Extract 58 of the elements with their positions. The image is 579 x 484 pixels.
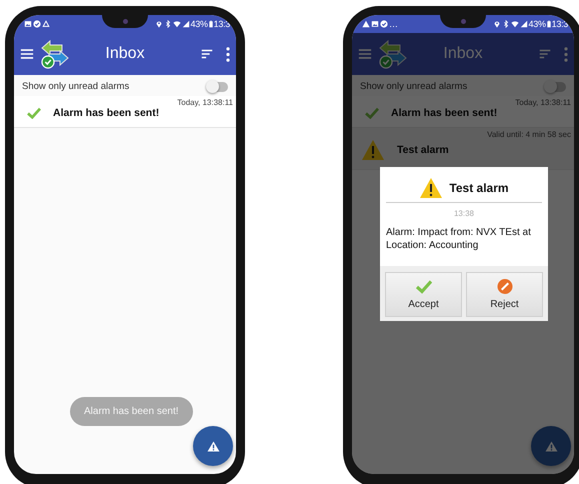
camera-notch (440, 15, 486, 28)
app-title: Inbox (442, 45, 484, 63)
logo-drawing (40, 39, 70, 69)
unread-toggle[interactable] (208, 82, 228, 92)
message-row[interactable]: Today, 13:38:11 Alarm has been sent! (14, 96, 236, 128)
warning-icon (362, 20, 370, 28)
message-title: Test alarm (397, 144, 449, 156)
check-icon (416, 279, 432, 294)
image-icon (24, 20, 32, 28)
location-icon (492, 20, 501, 28)
filter-label: Show only unread alarms (360, 81, 468, 92)
message-time: Today, 13:38:11 (177, 98, 233, 107)
dialog-time: 13:38 (454, 209, 474, 218)
valid-until-text: Valid until: 4 min 58 sec (487, 130, 571, 139)
alarm-fab[interactable] (531, 426, 571, 466)
message-title: Alarm has been sent! (53, 107, 160, 119)
warning-icon (361, 139, 385, 161)
check-circle-icon (33, 20, 41, 28)
wifi-icon (172, 20, 181, 28)
sort-icon[interactable] (200, 47, 214, 61)
warning-icon (419, 177, 444, 199)
signal-icon (182, 20, 190, 28)
bluetooth-icon (164, 20, 172, 28)
reject-button[interactable]: Reject (466, 272, 543, 317)
more-options-icon[interactable] (226, 46, 230, 62)
sort-icon[interactable] (538, 47, 552, 61)
message-row[interactable]: Today, 13:38:11 Alarm has been sent! (352, 96, 574, 128)
message-time: Today, 13:38:11 (515, 98, 571, 107)
warning-icon (544, 440, 558, 452)
battery-percent: 43% (528, 18, 546, 30)
image-icon (371, 20, 379, 28)
toast-message: Alarm has been sent! (70, 397, 192, 426)
location-icon (154, 20, 163, 28)
logo-drawing (378, 39, 408, 69)
signal-icon (520, 20, 528, 28)
dialog-title: Test alarm (449, 181, 509, 195)
no-entry-icon (496, 279, 512, 294)
accept-button[interactable]: Accept (385, 272, 462, 317)
dialog-message: Alarm: Impact from: NVX TEst at Location: Accounting (386, 226, 532, 252)
wifi-icon (510, 20, 519, 28)
camera-notch (102, 15, 148, 28)
check-circle-icon (380, 20, 388, 28)
warning-icon (206, 440, 220, 452)
battery-icon (208, 20, 213, 28)
more-options-icon[interactable] (564, 46, 568, 62)
battery-percent: 43% (190, 18, 208, 30)
more-notifications: … (389, 18, 398, 30)
battery-icon (546, 20, 551, 28)
menu-icon[interactable] (20, 47, 34, 61)
check-icon (365, 107, 379, 119)
filter-label: Show only unread alarms (22, 81, 130, 92)
bluetooth-icon (502, 20, 510, 28)
app-title: Inbox (104, 45, 146, 63)
menu-icon[interactable] (358, 47, 372, 61)
check-icon (27, 107, 41, 119)
unread-toggle[interactable] (546, 82, 566, 92)
message-title: Alarm has been sent! (391, 107, 498, 119)
alarm-fab[interactable] (193, 426, 233, 466)
